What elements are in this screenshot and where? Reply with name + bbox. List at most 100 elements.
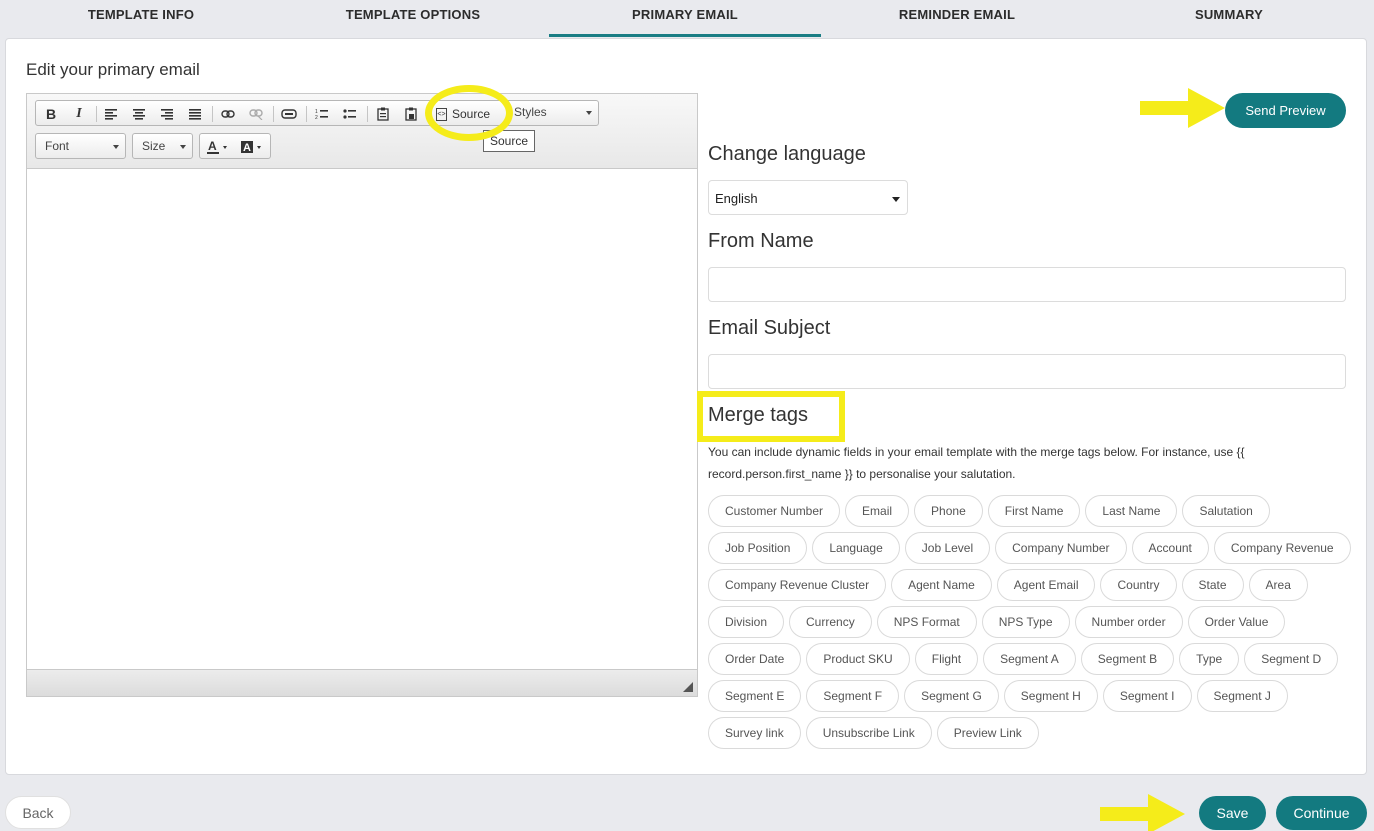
merge-tag-chip[interactable]: Agent Name (891, 569, 992, 601)
change-language-heading: Change language (708, 143, 866, 165)
font-dropdown[interactable]: Font (35, 133, 126, 159)
merge-tag-chip[interactable]: Language (812, 532, 900, 564)
chevron-down-icon (586, 111, 592, 115)
from-name-input[interactable] (708, 267, 1346, 302)
language-select[interactable]: English (708, 180, 908, 215)
merge-tag-chip[interactable]: Preview Link (936, 717, 1039, 749)
merge-tag-chip[interactable]: Last Name (1085, 495, 1178, 527)
rich-text-editor: B I 1 2 <> Source Styles Font Size A A (26, 93, 698, 697)
size-dropdown[interactable]: Size (132, 133, 193, 159)
source-icon: <> (436, 107, 447, 121)
svg-text:A: A (208, 139, 217, 153)
merge-tag-chip[interactable]: Customer Number (708, 495, 841, 527)
merge-tag-chip[interactable]: Area (1248, 569, 1308, 601)
align-justify-icon[interactable] (184, 104, 206, 124)
color-group: A A (199, 133, 271, 159)
styles-dropdown-label: Styles (514, 105, 547, 119)
size-dropdown-label: Size (142, 139, 166, 153)
merge-tag-chip[interactable]: Number order (1074, 606, 1183, 638)
merge-tag-chip[interactable]: Company Revenue Cluster (708, 569, 887, 601)
merge-tag-chip[interactable]: Currency (789, 606, 872, 638)
merge-tag-chip[interactable]: Division (708, 606, 785, 638)
button-widget-icon[interactable] (278, 104, 300, 124)
background-color-icon[interactable]: A (238, 137, 266, 157)
font-dropdown-label: Font (45, 139, 70, 153)
text-color-icon[interactable]: A (204, 137, 232, 157)
merge-tag-list: Customer Number Email Phone First Name Last … (708, 495, 1358, 749)
merge-tag-chip[interactable]: State (1181, 569, 1244, 601)
source-button-label: Source (452, 107, 491, 121)
tab-reminder-email[interactable]: REMINDER EMAIL (821, 0, 1093, 37)
merge-tag-chip[interactable]: Segment E (708, 680, 802, 712)
merge-tag-chip[interactable]: Job Level (904, 532, 991, 564)
merge-tag-chip[interactable]: Survey link (708, 717, 801, 749)
merge-tag-chip[interactable]: Segment F (806, 680, 900, 712)
merge-tag-chip[interactable]: Segment H (1003, 680, 1098, 712)
merge-tag-chip[interactable]: Phone (914, 495, 983, 527)
merge-tag-chip[interactable]: Product SKU (806, 643, 910, 675)
svg-text:A: A (243, 142, 251, 154)
tab-summary[interactable]: SUMMARY (1093, 0, 1365, 37)
unlink-icon[interactable] (245, 104, 267, 124)
align-right-icon[interactable] (156, 104, 178, 124)
italic-button[interactable]: I (68, 104, 90, 124)
merge-tag-chip[interactable]: Segment G (904, 680, 999, 712)
source-tooltip: Source (483, 130, 536, 152)
tab-template-options[interactable]: TEMPLATE OPTIONS (277, 0, 549, 37)
chevron-down-icon (892, 197, 900, 202)
from-name-heading: From Name (708, 230, 814, 252)
merge-tag-chip[interactable]: Unsubscribe Link (805, 717, 932, 749)
merge-tag-chip[interactable]: Flight (914, 643, 979, 675)
chevron-down-icon (113, 145, 119, 149)
merge-tag-chip[interactable]: NPS Format (876, 606, 977, 638)
resize-handle-icon[interactable] (683, 682, 693, 692)
align-left-icon[interactable] (100, 104, 122, 124)
styles-dropdown[interactable]: Styles (505, 100, 598, 126)
link-icon[interactable] (217, 104, 239, 124)
align-center-icon[interactable] (128, 104, 150, 124)
language-select-value: English (715, 191, 758, 206)
editor-toolbar: B I 1 2 <> Source Styles Font Size A A (27, 94, 697, 169)
bold-button[interactable]: B (40, 104, 62, 124)
merge-tag-chip[interactable]: Segment A (983, 643, 1076, 675)
bulleted-list-icon[interactable] (339, 104, 361, 124)
arrow-right-icon (1100, 794, 1185, 831)
paste-from-word-icon[interactable] (400, 104, 422, 124)
send-preview-button[interactable]: Send Preview (1225, 93, 1346, 128)
merge-tags-description: You can include dynamic fields in your e… (708, 445, 1245, 481)
merge-tag-chip[interactable]: Order Value (1187, 606, 1286, 638)
merge-tag-chip[interactable]: NPS Type (981, 606, 1070, 638)
email-subject-input[interactable] (708, 354, 1346, 389)
merge-tag-chip[interactable]: Country (1100, 569, 1177, 601)
editor-status-bar (27, 669, 697, 696)
merge-tag-chip[interactable]: Salutation (1182, 495, 1270, 527)
merge-tag-chip[interactable]: Email (845, 495, 910, 527)
merge-tag-chip[interactable]: Account (1131, 532, 1209, 564)
email-subject-heading: Email Subject (708, 317, 831, 339)
merge-tag-chip[interactable]: Segment I (1102, 680, 1192, 712)
merge-tag-chip[interactable]: Company Revenue (1213, 532, 1351, 564)
numbered-list-icon[interactable]: 12 (311, 104, 333, 124)
merge-tag-chip[interactable]: Segment J (1196, 680, 1288, 712)
merge-tag-chip[interactable]: Agent Email (996, 569, 1096, 601)
chevron-down-icon (180, 145, 186, 149)
merge-tag-chip[interactable]: Order Date (708, 643, 802, 675)
back-button[interactable]: Back (5, 796, 71, 829)
merge-tag-chip[interactable]: First Name (987, 495, 1081, 527)
paste-icon[interactable] (372, 104, 394, 124)
merge-tag-chip[interactable]: Company Number (995, 532, 1127, 564)
editor-heading: Edit your primary email (26, 60, 200, 79)
tab-template-info[interactable]: TEMPLATE INFO (5, 0, 277, 37)
merge-tags-heading: Merge tags (708, 404, 809, 426)
merge-tag-chip[interactable]: Segment D (1244, 643, 1339, 675)
merge-tag-chip[interactable]: Segment B (1080, 643, 1175, 675)
save-button[interactable]: Save (1199, 796, 1266, 830)
editor-content-area[interactable] (27, 170, 697, 669)
tab-primary-email[interactable]: PRIMARY EMAIL (549, 0, 821, 37)
step-tabs: TEMPLATE INFO TEMPLATE OPTIONS PRIMARY E… (0, 0, 1374, 37)
continue-button[interactable]: Continue (1276, 796, 1367, 830)
svg-text:2: 2 (315, 115, 318, 120)
merge-tag-chip[interactable]: Job Position (708, 532, 808, 564)
source-button[interactable]: <> Source (436, 104, 490, 124)
merge-tag-chip[interactable]: Type (1179, 643, 1240, 675)
